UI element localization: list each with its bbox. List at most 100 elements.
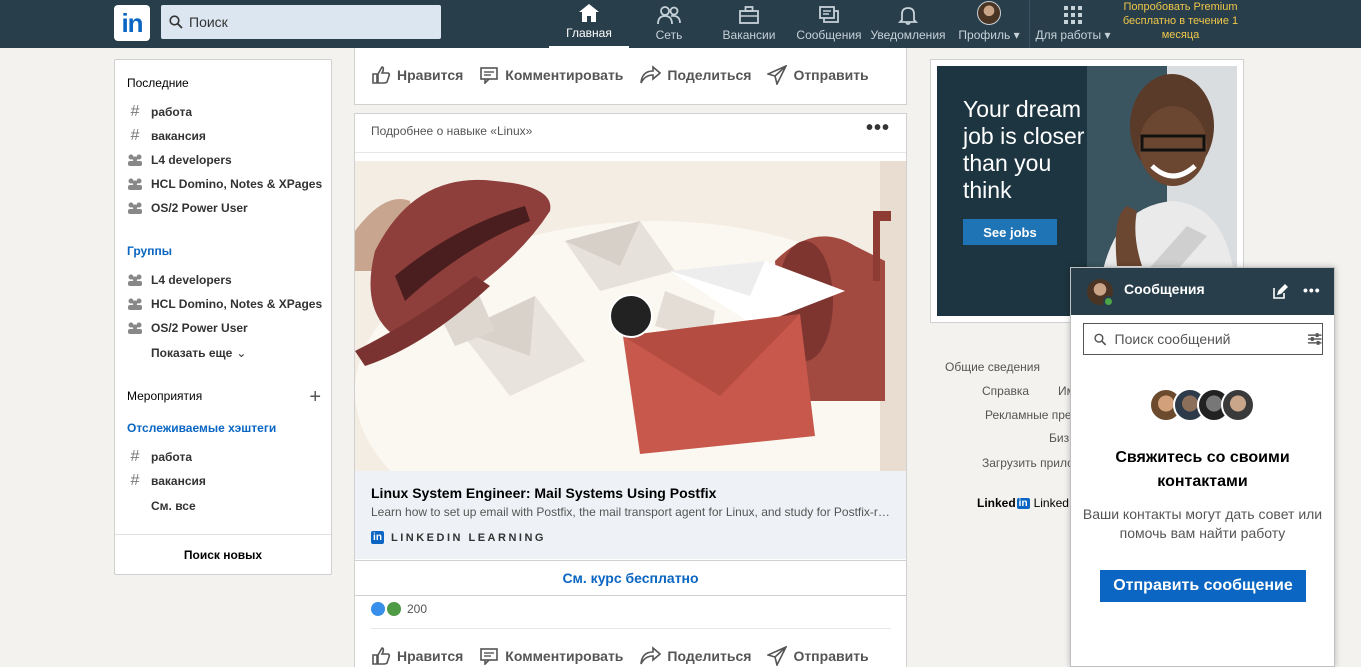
comment-button[interactable]: Комментировать bbox=[479, 647, 623, 665]
recent-item-hashtag[interactable]: # вакансия bbox=[127, 127, 325, 144]
linkedin-icon: in bbox=[1016, 497, 1030, 509]
share-icon bbox=[640, 646, 662, 665]
compose-icon[interactable] bbox=[1272, 284, 1288, 300]
linkedin-logo[interactable]: in bbox=[114, 5, 150, 41]
messaging-title: Сообщения bbox=[1124, 281, 1205, 297]
group-icon bbox=[127, 152, 143, 168]
like-button[interactable]: Нравится bbox=[371, 65, 463, 85]
reaction-count: 200 bbox=[407, 602, 428, 616]
discover-more-button[interactable]: Поиск новых bbox=[115, 534, 331, 574]
nav-for-business[interactable]: Для работы ▾ bbox=[1030, 0, 1116, 48]
events-heading: Мероприятия bbox=[127, 389, 203, 403]
group-item[interactable]: HCL Domino, Notes & XPages bbox=[127, 296, 325, 312]
group-icon bbox=[127, 272, 143, 288]
group-icon bbox=[127, 176, 143, 192]
grid-icon bbox=[1064, 6, 1082, 24]
chevron-down-icon: ▾ bbox=[1013, 28, 1020, 42]
course-info-box[interactable]: Linux System Engineer: Mail Systems Usin… bbox=[355, 471, 906, 559]
course-title[interactable]: Linux System Engineer: Mail Systems Usin… bbox=[371, 485, 716, 501]
left-sidebar-card: Последние # работа # вакансия L4 developer… bbox=[114, 59, 332, 575]
divider bbox=[355, 152, 906, 153]
premium-upsell-link[interactable]: Попробовать Premium бесплатно в течение … bbox=[1118, 0, 1243, 42]
filter-icon[interactable] bbox=[1307, 332, 1322, 346]
see-all-link[interactable]: См. все bbox=[127, 498, 325, 514]
share-icon bbox=[640, 65, 662, 84]
post-actions-bar: Нравится Комментировать Поделиться Отпра… bbox=[371, 646, 885, 666]
send-message-button[interactable]: Отправить сообщение bbox=[1100, 570, 1306, 602]
send-icon bbox=[767, 646, 788, 666]
view-course-free-button[interactable]: См. курс бесплатно bbox=[355, 560, 906, 596]
course-description: Learn how to set up email with Postfix, … bbox=[371, 505, 891, 519]
nav-network[interactable]: Сеть bbox=[631, 0, 707, 48]
like-reaction-icon bbox=[371, 602, 385, 616]
message-search-input[interactable] bbox=[1114, 331, 1285, 347]
post-actions-bar: Нравится Комментировать Поделиться Отпра… bbox=[371, 65, 885, 85]
recent-item-group[interactable]: OS/2 Power User bbox=[127, 200, 325, 216]
linkedin-footer-brand: Linked in Linked bbox=[977, 496, 1069, 510]
nav-notifications-label: Уведомления bbox=[870, 28, 946, 42]
comment-button[interactable]: Комментировать bbox=[479, 66, 623, 84]
group-icon bbox=[127, 320, 143, 336]
message-search-box[interactable] bbox=[1083, 323, 1323, 355]
nav-profile-label: Профиль ▾ bbox=[958, 28, 1020, 42]
divider bbox=[371, 628, 891, 629]
insightful-reaction-icon bbox=[387, 602, 401, 616]
add-event-icon[interactable]: + bbox=[309, 387, 321, 407]
footer-link-about[interactable]: Общие сведения bbox=[945, 360, 1040, 374]
group-item[interactable]: OS/2 Power User bbox=[127, 320, 325, 336]
linkedin-icon: in bbox=[371, 531, 384, 544]
nav-home[interactable]: Главная bbox=[549, 0, 629, 48]
reactions-summary[interactable]: 200 bbox=[371, 602, 427, 616]
footer-link-business[interactable]: Биз bbox=[1049, 431, 1069, 445]
comment-icon bbox=[480, 67, 499, 84]
recent-item-hashtag[interactable]: # работа bbox=[127, 103, 325, 120]
search-input[interactable] bbox=[189, 14, 429, 30]
group-icon bbox=[127, 200, 143, 216]
nav-for-business-label: Для работы ▾ bbox=[1035, 28, 1111, 42]
course-illustration[interactable] bbox=[355, 161, 906, 471]
nav-profile[interactable]: Профиль ▾ bbox=[951, 0, 1027, 48]
chevron-down-icon: ▾ bbox=[1104, 28, 1111, 42]
share-button[interactable]: Поделиться bbox=[639, 646, 751, 666]
more-options-icon[interactable]: ••• bbox=[866, 118, 890, 138]
share-button[interactable]: Поделиться bbox=[639, 65, 751, 85]
footer-link-download-app[interactable]: Загрузить прило bbox=[982, 456, 1074, 470]
footer-link-advertising[interactable]: Рекламные пре bbox=[985, 408, 1072, 422]
thumbs-up-icon bbox=[372, 66, 391, 84]
send-button[interactable]: Отправить bbox=[767, 646, 869, 666]
groups-heading-link[interactable]: Группы bbox=[127, 244, 172, 258]
nav-notifications[interactable]: Уведомления bbox=[868, 0, 948, 48]
messaging-panel: Сообщения ••• Свяжитесь со своими контак… bbox=[1070, 267, 1335, 667]
hashtag-icon: # bbox=[130, 472, 140, 489]
chevron-down-icon: ⌄ bbox=[236, 346, 247, 360]
home-icon bbox=[579, 4, 599, 22]
footer-link-help[interactable]: Справка bbox=[982, 384, 1029, 398]
messaging-empty-text: Ваши контакты могут дать совет или помоч… bbox=[1082, 506, 1323, 541]
global-search-box[interactable] bbox=[161, 5, 441, 39]
messaging-icon bbox=[819, 6, 839, 23]
show-more-button[interactable]: Показать еще ⌄ bbox=[127, 345, 325, 361]
nav-jobs-label: Вакансии bbox=[722, 28, 776, 42]
recent-item-group[interactable]: HCL Domino, Notes & XPages bbox=[127, 176, 325, 192]
hashtag-icon: # bbox=[130, 448, 140, 465]
see-jobs-button[interactable]: See jobs bbox=[963, 219, 1057, 245]
avatar bbox=[1221, 388, 1255, 422]
send-button[interactable]: Отправить bbox=[767, 65, 869, 85]
group-item[interactable]: L4 developers bbox=[127, 272, 325, 288]
post-header-text: Подробнее о навыке «Linux» bbox=[371, 124, 533, 138]
briefcase-icon bbox=[739, 6, 759, 24]
followed-hashtag-item[interactable]: # вакансия bbox=[127, 472, 325, 489]
followed-hashtag-item[interactable]: # работа bbox=[127, 448, 325, 465]
like-button[interactable]: Нравится bbox=[371, 646, 463, 666]
messaging-header[interactable]: Сообщения ••• bbox=[1071, 268, 1334, 315]
nav-messaging[interactable]: Сообщения bbox=[791, 0, 867, 48]
recent-item-group[interactable]: L4 developers bbox=[127, 152, 325, 168]
online-status-icon bbox=[1103, 296, 1114, 307]
nav-home-label: Главная bbox=[566, 26, 612, 40]
followed-hashtags-heading-link[interactable]: Отслеживаемые хэштеги bbox=[127, 421, 276, 435]
comment-icon bbox=[480, 648, 499, 665]
group-icon bbox=[127, 296, 143, 312]
nav-jobs[interactable]: Вакансии bbox=[712, 0, 786, 48]
more-options-icon[interactable]: ••• bbox=[1303, 282, 1321, 298]
previous-post-card: Нравится Комментировать Поделиться Отпра… bbox=[354, 48, 907, 105]
